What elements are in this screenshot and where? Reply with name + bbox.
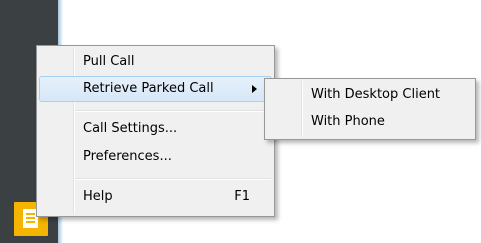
menu-item-with-desktop-client[interactable]: With Desktop Client (267, 82, 473, 108)
submenu: With Desktop Client With Phone (264, 78, 476, 140)
menu-item-label: Preferences... (83, 149, 172, 164)
menu-item-label: Retrieve Parked Call (83, 81, 214, 96)
menu-item-retrieve-parked-call[interactable]: Retrieve Parked Call (39, 76, 272, 102)
doc-line (26, 213, 35, 215)
menu-item-label: With Desktop Client (311, 87, 441, 102)
menu-item-with-phone[interactable]: With Phone (267, 109, 473, 135)
menu-item-call-settings[interactable]: Call Settings... (39, 116, 272, 142)
menu-item-pull-call[interactable]: Pull Call (39, 49, 272, 75)
menu-separator (75, 110, 271, 112)
menu-item-preferences[interactable]: Preferences... (39, 144, 272, 170)
chevron-right-icon (252, 85, 257, 93)
menu-item-label: Pull Call (83, 54, 135, 69)
doc-line (26, 221, 35, 223)
menu-item-label: Call Settings... (83, 121, 178, 136)
doc-line (26, 217, 35, 219)
shortcut-label: F1 (234, 189, 250, 204)
context-menu: Pull Call Retrieve Parked Call Call Sett… (36, 45, 275, 217)
menu-separator (75, 178, 271, 180)
menu-item-help[interactable]: Help F1 (39, 184, 272, 210)
menu-item-label: With Phone (311, 114, 385, 129)
menu-item-label: Help (83, 189, 113, 204)
